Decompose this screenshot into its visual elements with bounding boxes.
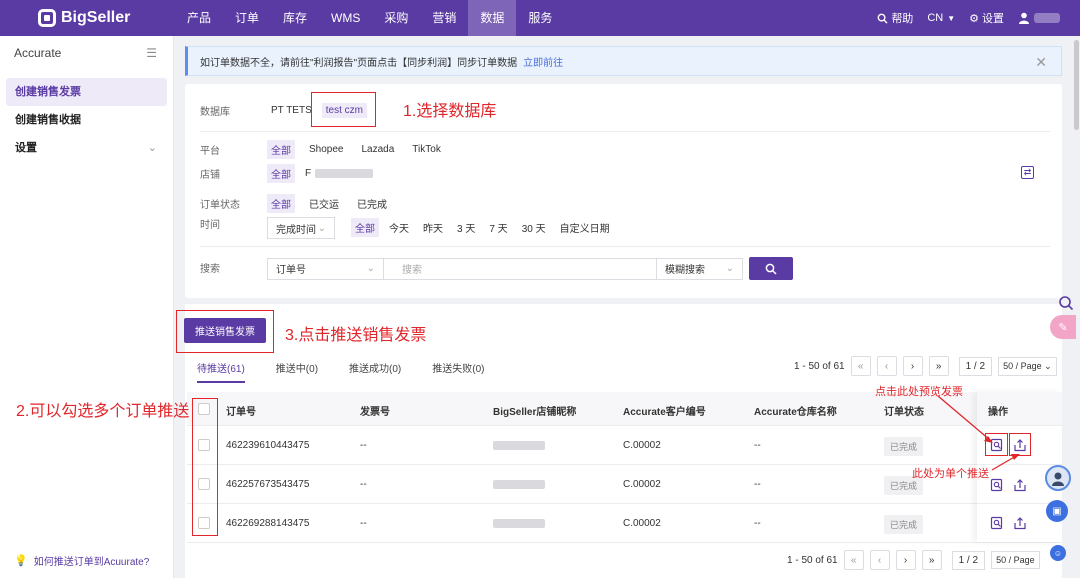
- chat-icon[interactable]: ▣: [1046, 500, 1068, 522]
- first-page-icon[interactable]: «: [843, 550, 864, 570]
- page-scrollbar[interactable]: [1074, 40, 1079, 130]
- page-indicator[interactable]: 1 / 2: [951, 550, 986, 570]
- assistant-icon[interactable]: ☺: [1050, 545, 1066, 561]
- page-size-select[interactable]: 50 / Page: [991, 551, 1040, 569]
- pagination-bottom: 1 - 50 of 61 « ‹ › » 1 / 2 50 / Page: [787, 550, 1040, 570]
- support-avatar[interactable]: [1045, 465, 1071, 491]
- prev-page-icon[interactable]: ‹: [869, 550, 890, 570]
- annotation-arrows: [937, 395, 1020, 471]
- next-page-icon[interactable]: ›: [895, 550, 916, 570]
- page-size-value: 50 / Page: [996, 555, 1035, 565]
- floating-search-icon[interactable]: [1058, 295, 1074, 311]
- pagination-range: 1 - 50 of 61: [787, 554, 838, 566]
- avatar-icon: [1052, 472, 1064, 486]
- last-page-icon[interactable]: »: [921, 550, 942, 570]
- feedback-icon[interactable]: ✎: [1050, 315, 1076, 339]
